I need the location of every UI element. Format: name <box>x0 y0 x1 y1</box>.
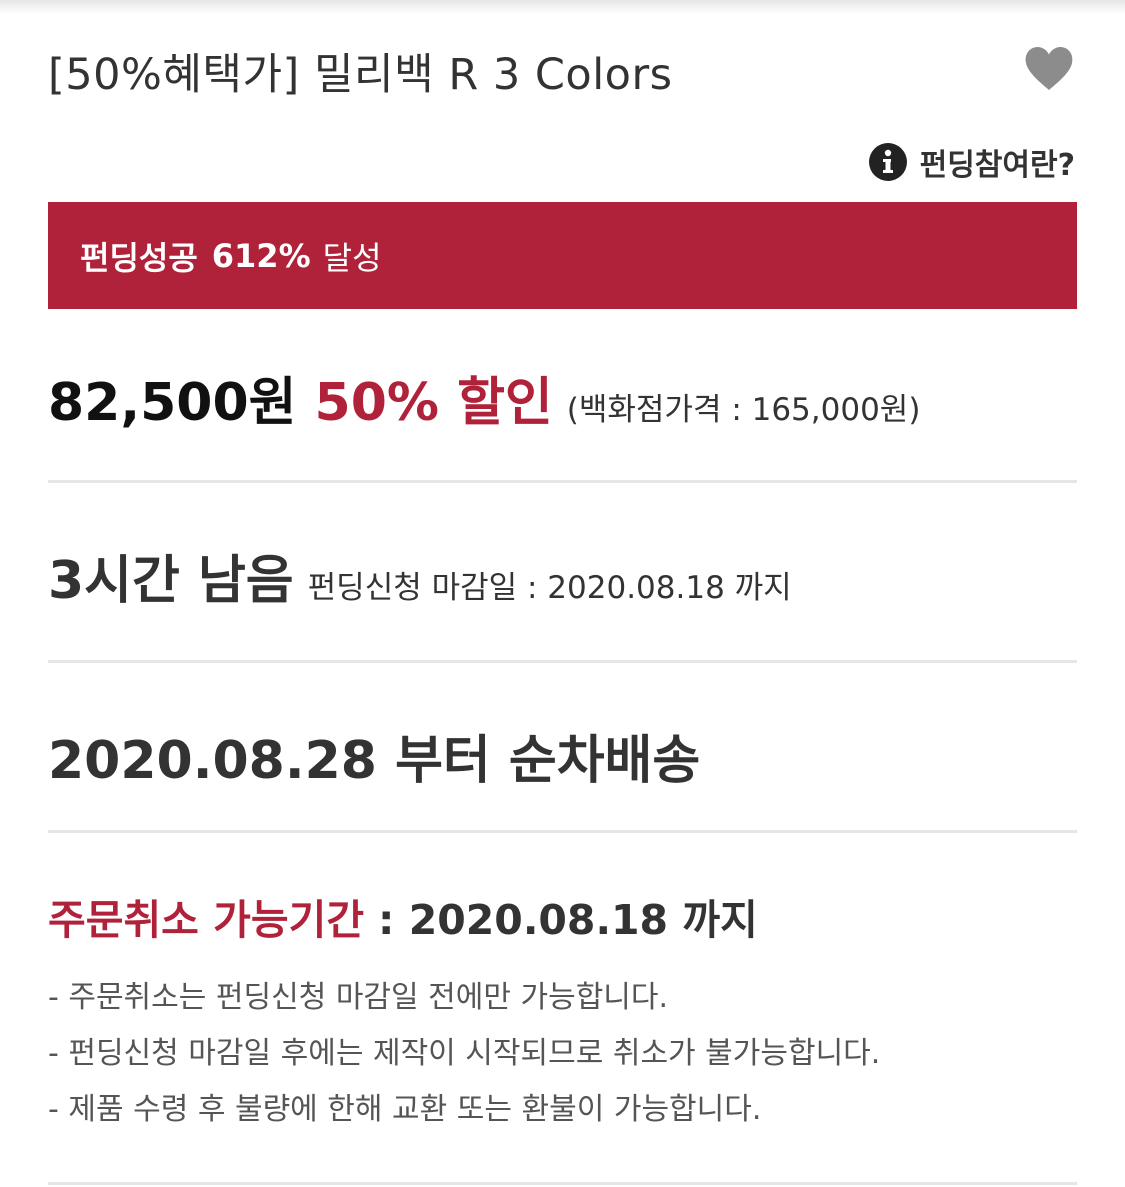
top-shadow <box>0 0 1125 14</box>
time-remaining: 3시간 남음 <box>48 551 294 611</box>
list-item: - 제품 수령 후 불량에 한해 교환 또는 환불이 가능합니다. <box>48 1092 762 1127</box>
divider <box>48 1182 1077 1185</box>
funding-success-suffix: 달성 <box>322 238 382 277</box>
cancellation-period-row: 주문취소 가능기간 : 2020.08.18 까지 <box>48 886 758 946</box>
cancellation-date: : 2020.08.18 까지 <box>378 896 758 944</box>
funding-deadline: 펀딩신청 마감일 : 2020.08.18 까지 <box>307 570 792 606</box>
delivery-schedule: 2020.08.28 부터 순차배송 <box>48 731 701 791</box>
funding-success-percent: 612% <box>211 236 311 275</box>
product-header: [50%혜택가] 밀리백 R 3 Colors <box>48 38 1078 102</box>
heart-icon[interactable] <box>1024 46 1074 92</box>
discount-rate: 50% 할인 <box>314 373 553 433</box>
department-price: (백화점가격 : 165,000원) <box>566 392 921 428</box>
list-item: - 펀딩신청 마감일 후에는 제작이 시작되므로 취소가 불가능합니다. <box>48 1036 881 1071</box>
info-icon <box>868 143 907 181</box>
cancellation-label: 주문취소 가능기간 <box>48 896 365 944</box>
funding-success-label: 펀딩성공 <box>80 238 198 277</box>
divider <box>48 480 1077 483</box>
divider <box>48 830 1077 833</box>
divider <box>48 660 1077 663</box>
price-row: 82,500원 50% 할인 (백화점가격 : 165,000원) <box>48 360 921 433</box>
product-title: [50%혜택가] 밀리백 R 3 Colors <box>48 50 673 100</box>
funding-info-link[interactable]: 펀딩참여란? <box>868 140 1075 184</box>
list-item: - 주문취소는 펀딩신청 마감일 전에만 가능합니다. <box>48 980 669 1015</box>
sale-price: 82,500원 <box>48 373 297 433</box>
funding-info-label: 펀딩참여란? <box>919 148 1075 183</box>
funding-success-banner: 펀딩성공 612% 달성 <box>48 202 1077 309</box>
remaining-time-row: 3시간 남음 펀딩신청 마감일 : 2020.08.18 까지 <box>48 538 792 611</box>
cancellation-notes: - 주문취소는 펀딩신청 마감일 전에만 가능합니다. - 펀딩신청 마감일 후… <box>48 970 1078 1138</box>
